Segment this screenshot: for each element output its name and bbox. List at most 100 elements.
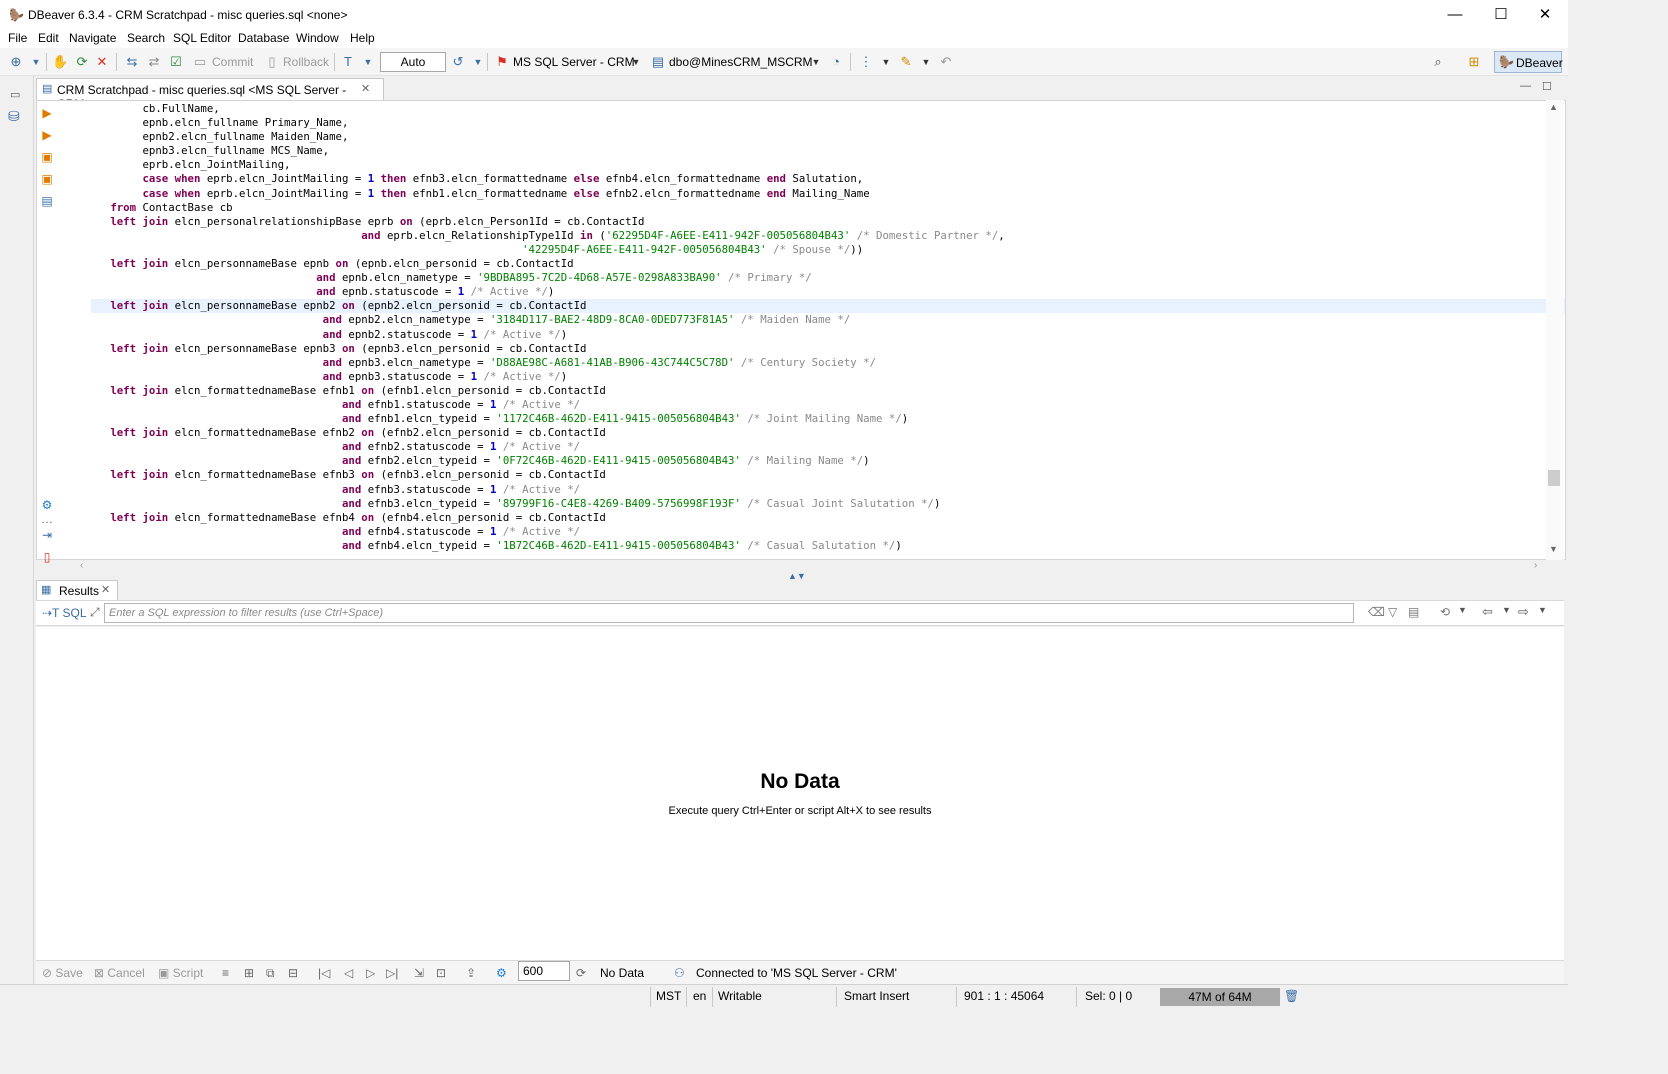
explain-plan-icon[interactable]: ▤: [40, 194, 54, 208]
execute-script-icon[interactable]: ▣: [40, 150, 54, 164]
code-line[interactable]: and efnb4.statuscode = 1 /* Active */: [91, 525, 1565, 539]
perspective-button[interactable]: 🦫 DBeaver: [1494, 51, 1563, 73]
execute-script-new-tabs-icon[interactable]: ▣: [40, 172, 54, 186]
outline-icon[interactable]: ⋮: [858, 54, 874, 70]
delete-row-icon[interactable]: ⊟: [288, 966, 298, 980]
code-line[interactable]: and efnb3.statuscode = 1 /* Active */: [91, 483, 1565, 497]
back-icon[interactable]: ⇦: [1482, 604, 1493, 620]
fetch-next-icon[interactable]: ⇲: [414, 966, 424, 980]
chevron-down-icon[interactable]: ▼: [360, 54, 376, 70]
sql-code[interactable]: cb.FullName, epnb.elcn_fullname Primary_…: [91, 102, 1565, 553]
menu-sql-editor[interactable]: SQL Editor: [173, 31, 231, 45]
code-line[interactable]: and efnb4.elcn_typeid = '1B72C46B-462D-E…: [91, 539, 1565, 553]
transaction-mode-icon[interactable]: ⇆: [124, 54, 140, 70]
code-line[interactable]: epnb3.elcn_fullname MCS_Name,: [91, 144, 1565, 158]
settings-gear-icon[interactable]: ⚙: [40, 498, 54, 512]
code-line[interactable]: and efnb1.elcn_typeid = '1172C46B-462D-E…: [91, 412, 1565, 426]
cancel-results-button[interactable]: ⊠ Cancel: [94, 966, 145, 980]
menu-window[interactable]: Window: [296, 31, 339, 45]
transaction-mode-field[interactable]: Auto: [380, 52, 446, 72]
code-line[interactable]: and epnb.elcn_nametype = '9BDBA895-7C2D-…: [91, 271, 1565, 285]
expand-filter-icon[interactable]: ⤢: [90, 605, 100, 620]
code-line[interactable]: left join elcn_formattednameBase efnb1 o…: [91, 384, 1565, 398]
new-connection-icon[interactable]: ⊕: [8, 54, 24, 70]
editor-vertical-scrollbar[interactable]: ▲ ▼: [1546, 100, 1564, 560]
new-script-icon[interactable]: ▯: [40, 550, 54, 564]
save-results-button[interactable]: ⊘ Save: [42, 966, 83, 980]
menu-navigate[interactable]: Navigate: [69, 31, 116, 45]
code-line[interactable]: and efnb2.elcn_typeid = '0F72C46B-462D-E…: [91, 454, 1565, 468]
disconnect-icon[interactable]: ✕: [94, 54, 110, 70]
add-row-icon[interactable]: ⊞: [244, 966, 254, 980]
connect-icon[interactable]: ✋: [52, 54, 68, 70]
code-line[interactable]: left join elcn_personnameBase epnb3 on (…: [91, 342, 1565, 356]
code-line[interactable]: case when eprb.elcn_JointMailing = 1 the…: [91, 187, 1565, 201]
menu-database[interactable]: Database: [238, 31, 289, 45]
rollback-icon[interactable]: ▯: [264, 54, 280, 70]
menu-search[interactable]: Search: [127, 31, 165, 45]
open-perspective-icon[interactable]: ⊞: [1466, 54, 1482, 70]
code-line[interactable]: and eprb.elcn_RelationshipType1Id in ('6…: [91, 229, 1565, 243]
heap-status[interactable]: 47M of 64M: [1160, 988, 1280, 1006]
transaction-log-icon[interactable]: ☑: [168, 54, 184, 70]
code-line[interactable]: and epnb.statuscode = 1 /* Active */): [91, 285, 1565, 299]
save-filter-icon[interactable]: ▤: [1408, 605, 1419, 619]
copy-row-icon[interactable]: ⧉: [266, 966, 275, 981]
code-line[interactable]: and epnb3.statuscode = 1 /* Active */): [91, 370, 1565, 384]
edit-row-icon[interactable]: ≡: [222, 966, 229, 980]
code-line[interactable]: '42295D4F-A6EE-E411-942F-005056804B43' /…: [91, 243, 1565, 257]
chevron-down-icon[interactable]: ▼: [918, 54, 934, 70]
refresh-results-icon[interactable]: ⟳: [576, 966, 586, 980]
active-datasource-selector[interactable]: MS SQL Server - CRM: [513, 55, 635, 69]
code-line[interactable]: left join elcn_personalrelationshipBase …: [91, 215, 1565, 229]
minimize-button[interactable]: —: [1432, 0, 1478, 30]
menu-file[interactable]: File: [8, 31, 27, 45]
code-line[interactable]: left join elcn_formattednameBase efnb4 o…: [91, 511, 1565, 525]
history-icon[interactable]: ↺: [450, 54, 466, 70]
reconnect-icon[interactable]: ⟳: [74, 54, 90, 70]
sql-toggle-button[interactable]: ⇢T SQL: [42, 606, 87, 620]
code-line[interactable]: from ContactBase cb: [91, 201, 1565, 215]
code-line[interactable]: and epnb3.elcn_nametype = 'D88AE98C-A681…: [91, 356, 1565, 370]
code-line[interactable]: case when eprb.elcn_JointMailing = 1 the…: [91, 172, 1565, 186]
code-line[interactable]: and epnb2.statuscode = 1 /* Active */): [91, 328, 1565, 342]
code-line[interactable]: left join elcn_formattednameBase efnb3 o…: [91, 468, 1565, 482]
isolation-level-icon[interactable]: T: [340, 54, 356, 70]
results-settings-gear-icon[interactable]: ⚙: [496, 966, 507, 980]
fetch-all-icon[interactable]: ⊡: [436, 966, 446, 980]
sql-editor[interactable]: cb.FullName, epnb.elcn_fullname Primary_…: [36, 100, 1566, 560]
menu-edit[interactable]: Edit: [38, 31, 59, 45]
code-line[interactable]: eprb.elcn_JointMailing,: [91, 158, 1565, 172]
maximize-editor-icon[interactable]: ☐: [1542, 80, 1552, 93]
menu-help[interactable]: Help: [350, 31, 375, 45]
clear-filter-icon[interactable]: ⌫: [1368, 605, 1385, 619]
commit-button[interactable]: Commit: [212, 55, 253, 69]
commit-icon[interactable]: ▭: [192, 54, 208, 70]
forward-icon[interactable]: ⇨: [1518, 604, 1529, 620]
active-schema-selector[interactable]: dbo@MinesCRM_MSCRM: [669, 55, 813, 69]
code-line[interactable]: and efnb1.statuscode = 1 /* Active */: [91, 398, 1565, 412]
minimize-editor-icon[interactable]: —: [1520, 80, 1531, 92]
back-navigation-icon[interactable]: ↶: [938, 54, 954, 70]
chevron-down-icon[interactable]: ▼: [1458, 605, 1467, 615]
code-line[interactable]: left join elcn_formattednameBase efnb2 o…: [91, 426, 1565, 440]
chevron-down-icon[interactable]: ▼: [878, 54, 894, 70]
next-page-icon[interactable]: ▷: [366, 966, 375, 980]
scroll-left-icon[interactable]: ‹: [80, 560, 83, 571]
export-results-icon[interactable]: ⇪: [466, 966, 476, 980]
more-icon[interactable]: …: [40, 512, 54, 526]
code-line[interactable]: epnb.elcn_fullname Primary_Name,: [91, 116, 1565, 130]
code-line[interactable]: and efnb2.statuscode = 1 /* Active */: [91, 440, 1565, 454]
scroll-down-icon[interactable]: ▼: [1549, 544, 1558, 554]
refresh-icon[interactable]: ⟲: [1440, 605, 1450, 619]
chevron-down-icon[interactable]: ▼: [1538, 605, 1547, 615]
execute-in-new-tab-icon[interactable]: ▶: [40, 128, 54, 142]
code-line[interactable]: cb.FullName,: [91, 102, 1565, 116]
execute-statement-icon[interactable]: ▶: [40, 106, 54, 120]
scroll-up-icon[interactable]: ▲: [1549, 102, 1558, 112]
close-tab-icon[interactable]: ✕: [361, 82, 370, 95]
tools-icon[interactable]: ✎: [898, 54, 914, 70]
scroll-right-icon[interactable]: ›: [1534, 560, 1537, 571]
chevron-down-icon[interactable]: ▼: [470, 54, 486, 70]
chevron-down-icon[interactable]: ▼: [808, 54, 824, 70]
